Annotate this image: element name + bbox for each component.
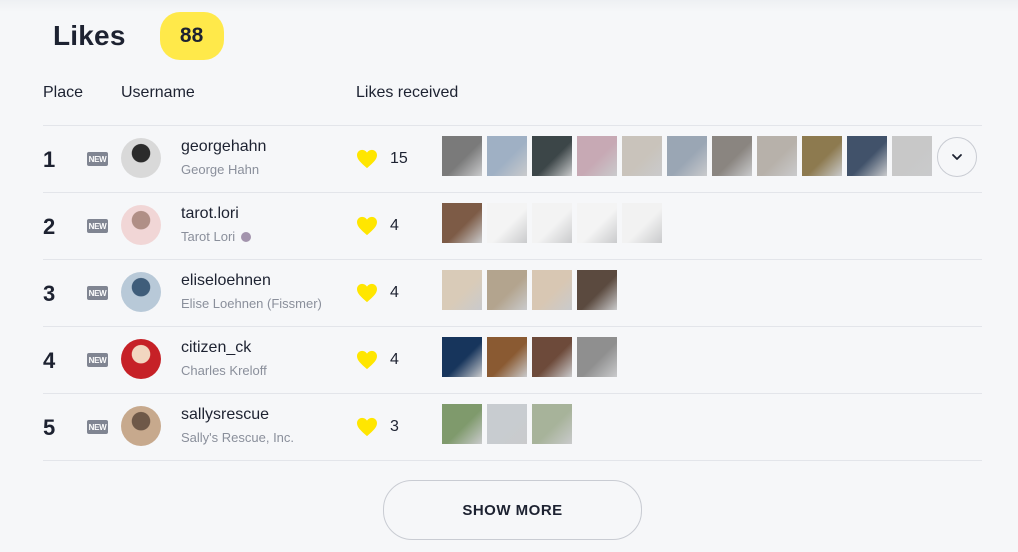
full-name: Sally's Rescue, Inc. bbox=[181, 430, 294, 445]
liked-post-thumbnail[interactable] bbox=[577, 203, 617, 243]
liked-posts-thumbnails bbox=[442, 404, 577, 444]
liked-post-thumbnail[interactable] bbox=[622, 203, 662, 243]
username-link[interactable]: georgehahn bbox=[181, 138, 266, 156]
liked-post-thumbnail[interactable] bbox=[892, 136, 932, 176]
full-name-text: Charles Kreloff bbox=[181, 363, 267, 378]
page-title: Likes bbox=[53, 20, 126, 51]
liked-post-thumbnail[interactable] bbox=[442, 203, 482, 243]
table-row: 1 NEW georgehahn George Hahn 15 bbox=[43, 125, 982, 192]
liked-posts-thumbnails bbox=[442, 203, 667, 243]
heart-icon bbox=[357, 283, 377, 303]
place-number: 2 bbox=[43, 214, 56, 239]
liked-post-thumbnail[interactable] bbox=[577, 136, 617, 176]
heart-icon bbox=[357, 149, 377, 169]
place-number: 5 bbox=[43, 415, 56, 440]
column-header-username: Username bbox=[121, 84, 195, 101]
new-badge: NEW bbox=[87, 353, 108, 367]
place-number: 3 bbox=[43, 281, 56, 306]
table-row: 2 NEW tarot.lori Tarot Lori 4 bbox=[43, 192, 982, 259]
full-name-text: Tarot Lori bbox=[181, 229, 236, 244]
liked-post-thumbnail[interactable] bbox=[442, 404, 482, 444]
column-header-place: Place bbox=[43, 84, 84, 101]
full-name: Charles Kreloff bbox=[181, 363, 267, 378]
liked-post-thumbnail[interactable] bbox=[532, 136, 572, 176]
liked-post-thumbnail[interactable] bbox=[712, 136, 752, 176]
full-name: Elise Loehnen (Fissmer) bbox=[181, 296, 322, 311]
avatar[interactable] bbox=[121, 406, 161, 446]
table-row: 4 NEW citizen_ck Charles Kreloff 4 bbox=[43, 326, 982, 393]
heart-icon bbox=[357, 417, 377, 437]
liked-post-thumbnail[interactable] bbox=[802, 136, 842, 176]
new-badge: NEW bbox=[87, 152, 108, 166]
full-name: Tarot Lori bbox=[181, 229, 252, 244]
liked-post-thumbnail[interactable] bbox=[622, 136, 662, 176]
liked-post-thumbnail[interactable] bbox=[487, 404, 527, 444]
liked-post-thumbnail[interactable] bbox=[532, 270, 572, 310]
leaderboard-table: 1 NEW georgehahn George Hahn 15 2 NEW ta… bbox=[43, 125, 982, 461]
new-badge: NEW bbox=[87, 219, 108, 233]
liked-posts-thumbnails bbox=[442, 136, 937, 176]
liked-post-thumbnail[interactable] bbox=[757, 136, 797, 176]
liked-post-thumbnail[interactable] bbox=[442, 270, 482, 310]
place-number: 4 bbox=[43, 348, 56, 373]
liked-post-thumbnail[interactable] bbox=[667, 136, 707, 176]
liked-post-thumbnail[interactable] bbox=[487, 337, 527, 377]
full-name: George Hahn bbox=[181, 162, 259, 177]
liked-post-thumbnail[interactable] bbox=[487, 270, 527, 310]
likes-count: 4 bbox=[390, 217, 399, 234]
new-badge: NEW bbox=[87, 286, 108, 300]
liked-post-thumbnail[interactable] bbox=[577, 337, 617, 377]
username-link[interactable]: eliseloehnen bbox=[181, 272, 271, 290]
table-row: 5 NEW sallysrescue Sally's Rescue, Inc. … bbox=[43, 393, 982, 461]
heart-icon bbox=[357, 350, 377, 370]
likes-count: 4 bbox=[390, 284, 399, 301]
likes-header: Likes 88 bbox=[53, 10, 224, 62]
column-headers: Place Username Likes received bbox=[0, 84, 1018, 104]
liked-posts-thumbnails bbox=[442, 337, 622, 377]
table-row: 3 NEW eliseloehnen Elise Loehnen (Fissme… bbox=[43, 259, 982, 326]
avatar[interactable] bbox=[121, 272, 161, 312]
username-link[interactable]: sallysrescue bbox=[181, 406, 269, 424]
avatar[interactable] bbox=[121, 205, 161, 245]
heart-icon bbox=[357, 216, 377, 236]
chevron-down-icon bbox=[952, 154, 962, 160]
place-number: 1 bbox=[43, 147, 56, 172]
liked-post-thumbnail[interactable] bbox=[487, 203, 527, 243]
liked-post-thumbnail[interactable] bbox=[532, 404, 572, 444]
liked-post-thumbnail[interactable] bbox=[532, 203, 572, 243]
liked-posts-thumbnails bbox=[442, 270, 622, 310]
liked-post-thumbnail[interactable] bbox=[577, 270, 617, 310]
likes-count: 3 bbox=[390, 418, 399, 435]
crystal-ball-emoji-icon bbox=[241, 232, 252, 242]
username-link[interactable]: citizen_ck bbox=[181, 339, 251, 357]
column-header-likes-received: Likes received bbox=[356, 84, 459, 101]
full-name-text: Sally's Rescue, Inc. bbox=[181, 430, 295, 445]
new-badge: NEW bbox=[87, 420, 108, 434]
liked-post-thumbnail[interactable] bbox=[532, 337, 572, 377]
liked-post-thumbnail[interactable] bbox=[442, 136, 482, 176]
likes-count: 15 bbox=[390, 150, 408, 167]
show-more-button[interactable]: SHOW MORE bbox=[383, 480, 642, 540]
expand-row-button[interactable] bbox=[937, 137, 977, 177]
likes-count: 4 bbox=[390, 351, 399, 368]
avatar[interactable] bbox=[121, 138, 161, 178]
username-link[interactable]: tarot.lori bbox=[181, 205, 239, 223]
liked-post-thumbnail[interactable] bbox=[847, 136, 887, 176]
likes-count-badge: 88 bbox=[159, 12, 224, 60]
liked-post-thumbnail[interactable] bbox=[442, 337, 482, 377]
avatar[interactable] bbox=[121, 339, 161, 379]
full-name-text: George Hahn bbox=[181, 162, 260, 177]
full-name-text: Elise Loehnen (Fissmer) bbox=[181, 296, 322, 311]
liked-post-thumbnail[interactable] bbox=[487, 136, 527, 176]
